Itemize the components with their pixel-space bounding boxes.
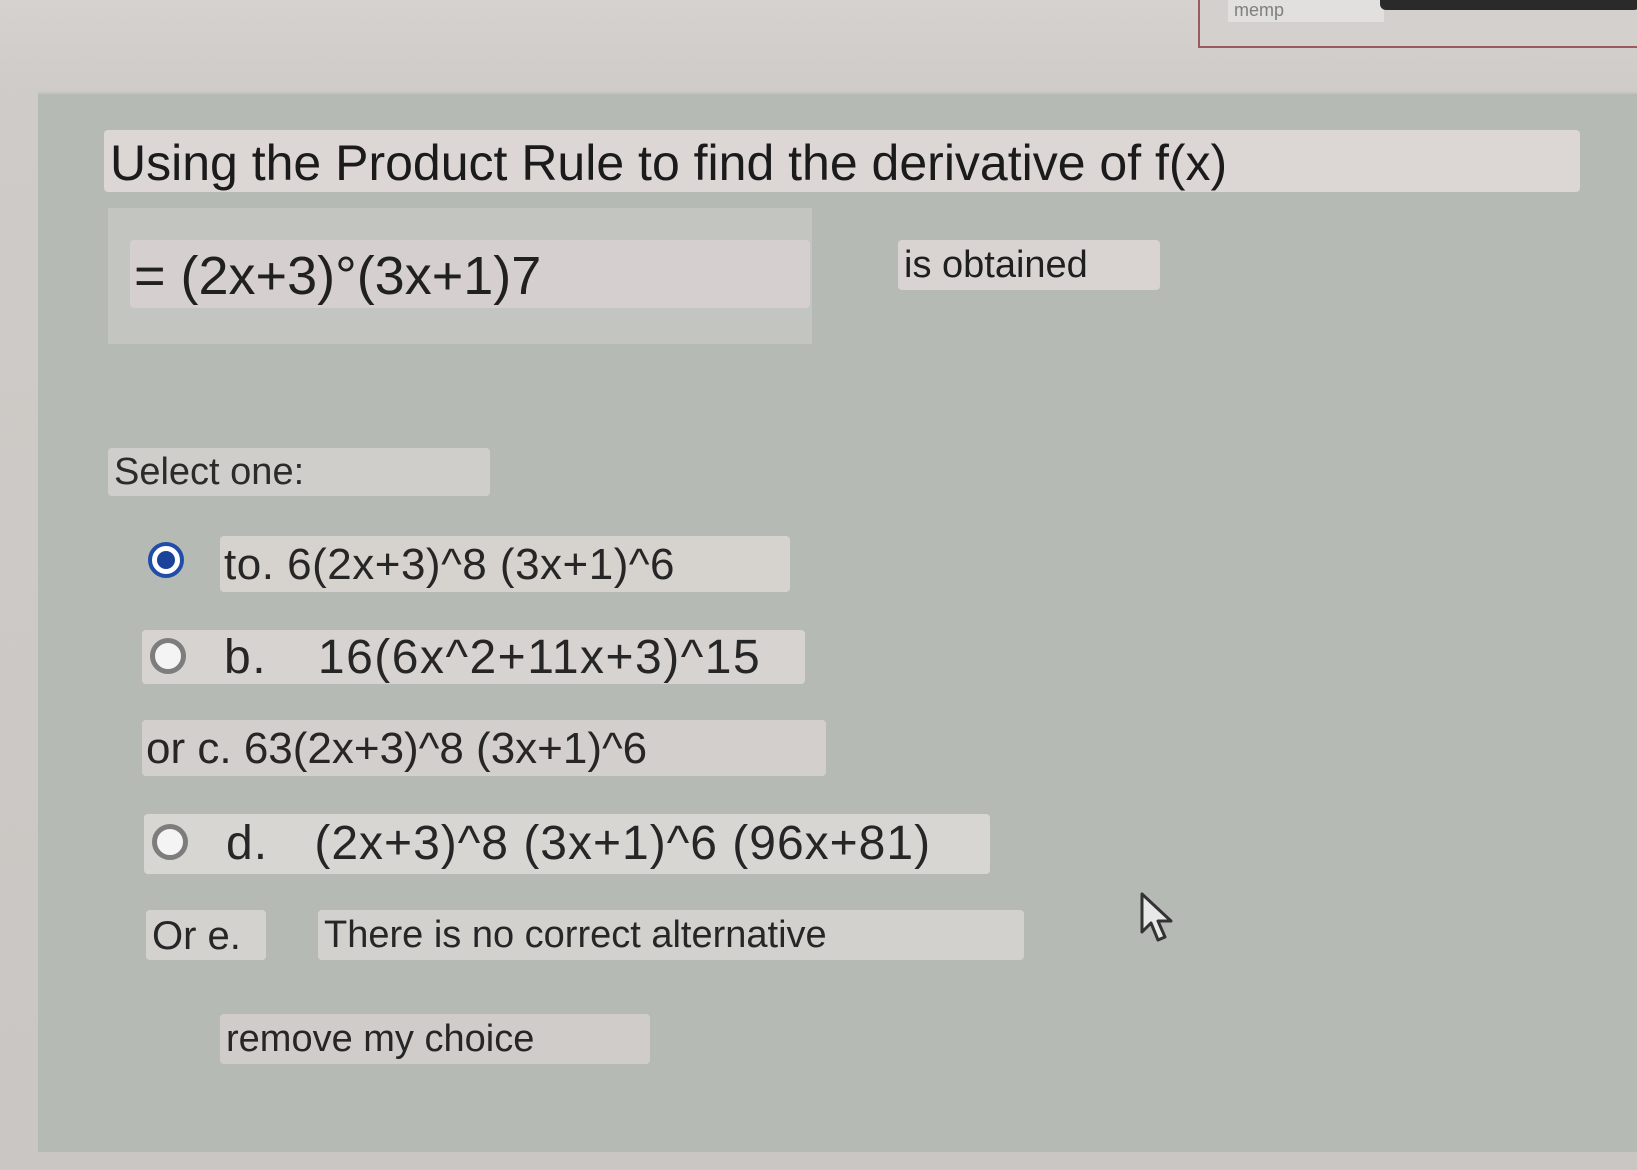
option-c-text: 63(2x+3)^8 (3x+1)^6 (243, 724, 648, 773)
option-e-marker[interactable]: Or e. (152, 914, 241, 959)
option-d-marker: d. (226, 817, 269, 870)
option-c-marker: or c. (146, 724, 232, 773)
option-c[interactable]: or c. 63(2x+3)^8 (3x+1)^6 (146, 724, 647, 774)
option-d-radio[interactable] (152, 824, 188, 860)
top-text-field[interactable]: memp (1228, 0, 1384, 22)
question-formula: = (2x+3)°(3x+1)7 (130, 240, 810, 308)
option-d[interactable]: d. (2x+3)^8 (3x+1)^6 (96x+81) (226, 816, 931, 871)
option-b-text: 16(6x^2+11x+3)^15 (317, 631, 762, 684)
option-a-text: 6(2x+3)^8 (3x+1)^6 (287, 540, 675, 589)
question-suffix: is obtained (898, 240, 1160, 290)
option-b-marker: b. (224, 631, 268, 684)
select-one-label: Select one: (108, 448, 490, 496)
option-a[interactable]: to. 6(2x+3)^8 (3x+1)^6 (224, 540, 675, 590)
option-b-radio[interactable] (150, 638, 186, 674)
option-a-marker: to. (224, 540, 275, 589)
option-e-text[interactable]: There is no correct alternative (324, 914, 827, 957)
option-b[interactable]: b. 16(6x^2+11x+3)^15 (224, 630, 761, 685)
remove-choice-link[interactable]: remove my choice (226, 1018, 534, 1061)
mouse-pointer-icon (1140, 892, 1173, 942)
option-d-text: (2x+3)^8 (3x+1)^6 (96x+81) (314, 817, 932, 870)
question-title: Using the Product Rule to find the deriv… (104, 130, 1580, 192)
top-dark-bar (1380, 0, 1637, 10)
option-a-radio[interactable] (148, 542, 184, 578)
